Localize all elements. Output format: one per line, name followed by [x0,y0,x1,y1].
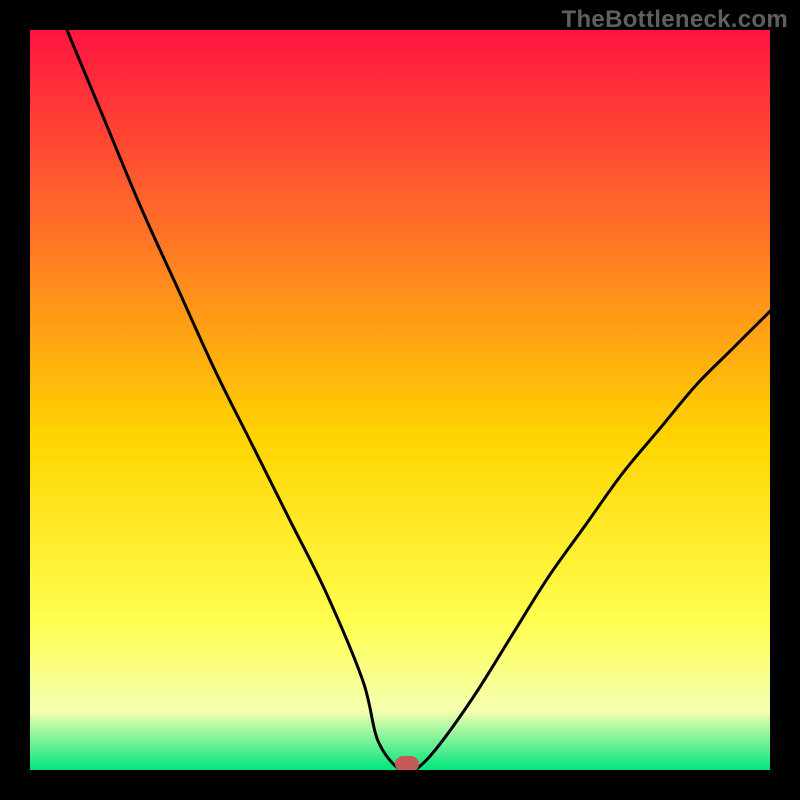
current-point-marker [395,756,419,770]
plot-area [30,30,770,770]
gradient-background [30,30,770,770]
chart-frame: TheBottleneck.com [0,0,800,800]
plot-svg [30,30,770,770]
watermark-text: TheBottleneck.com [562,6,788,34]
